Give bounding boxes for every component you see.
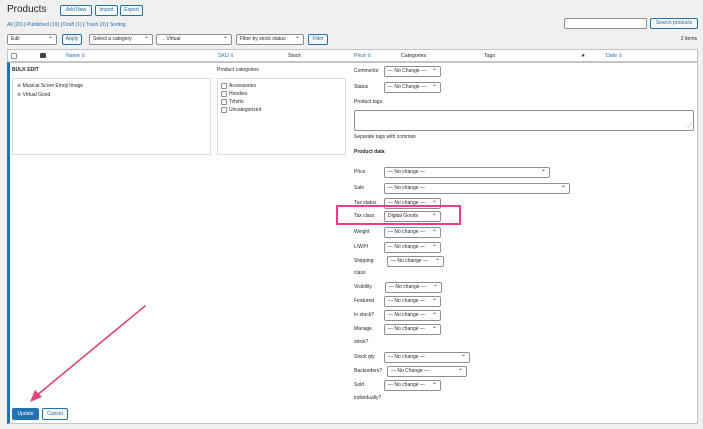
annotation-arrow-icon (30, 305, 146, 402)
